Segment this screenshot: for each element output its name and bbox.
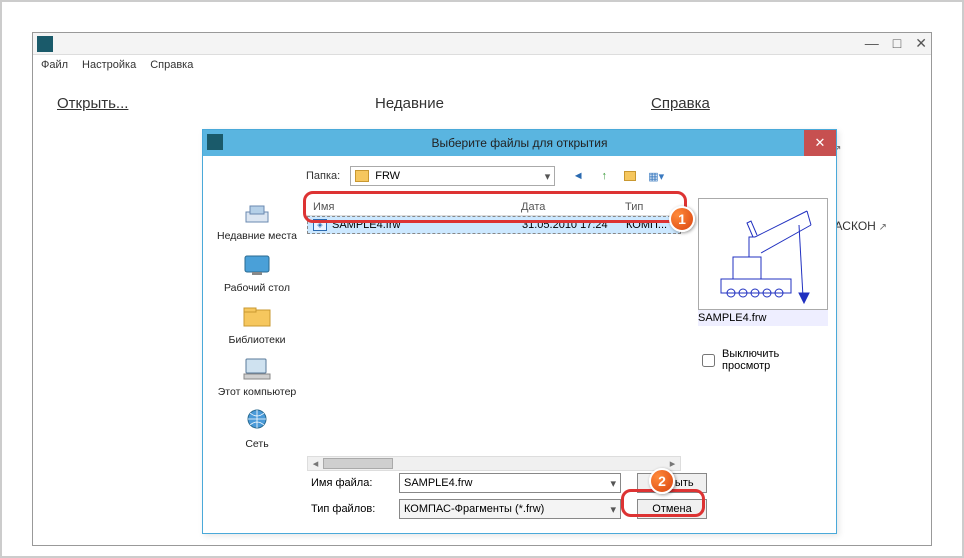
chevron-down-icon: ▾ [545, 170, 551, 183]
file-date: 31.05.2010 17:24 [522, 219, 626, 231]
up-icon[interactable]: ↑ [595, 167, 613, 185]
chevron-down-icon: ▾ [610, 503, 616, 516]
scroll-left-icon[interactable]: ◂ [308, 457, 323, 470]
callout-badge-2: 2 [649, 468, 675, 494]
folder-value: FRW [375, 170, 400, 182]
new-folder-icon[interactable] [621, 167, 639, 185]
places-sidebar: Недавние места Рабочий стол Библиотеки Э… [211, 198, 303, 458]
col-name[interactable]: Имя [307, 201, 515, 213]
scroll-right-icon[interactable]: ▸ [665, 457, 680, 470]
views-icon[interactable]: ▦▾ [647, 167, 665, 185]
callout-badge-1: 1 [669, 206, 695, 232]
menu-bar: Файл Настройка Справка [33, 55, 931, 75]
cancel-button[interactable]: Отмена [637, 499, 707, 519]
app-titlebar: — □ ✕ [33, 33, 931, 55]
sidebar-desktop[interactable]: Рабочий стол [211, 250, 303, 294]
filetype-combobox[interactable]: КОМПАС-Фрагменты (*.frw) ▾ [399, 499, 621, 519]
sidebar-recent[interactable]: Недавние места [211, 198, 303, 242]
menu-help[interactable]: Справка [150, 59, 193, 71]
file-list-hscrollbar[interactable]: ◂ ▸ [307, 456, 681, 471]
filename-label: Имя файла: [311, 477, 399, 489]
open-heading[interactable]: Открыть... [57, 95, 375, 112]
file-name: SAMPLE4.frw [332, 219, 522, 231]
libraries-icon [241, 302, 273, 332]
desktop-icon [241, 250, 273, 280]
preview-drawing [703, 203, 825, 307]
close-button[interactable]: ✕ [915, 35, 927, 52]
filename-value: SAMPLE4.frw [404, 477, 472, 489]
sidebar-network[interactable]: Сеть [211, 406, 303, 450]
disable-preview-label: Выключить просмотр [722, 348, 828, 372]
folder-label: Папка: [306, 170, 340, 182]
filename-combobox[interactable]: SAMPLE4.frw ▾ [399, 473, 621, 493]
maximize-button[interactable]: □ [893, 35, 901, 52]
start-page-headers: Открыть... Недавние Справка [57, 95, 907, 112]
recent-heading: Недавние [375, 95, 651, 112]
back-icon[interactable]: ◄ [569, 167, 587, 185]
open-file-dialog: Выберите файлы для открытия ✕ Папка: FRW… [202, 129, 837, 534]
bottom-fields: Имя файла: SAMPLE4.frw ▾ Открыть Тип фай… [311, 473, 707, 525]
frw-file-icon: ◈ [313, 219, 327, 231]
screenshot-frame: — □ ✕ Файл Настройка Справка Открыть... … [0, 0, 964, 558]
file-type: КОМП... [626, 219, 667, 231]
sidebar-computer[interactable]: Этот компьютер [211, 354, 303, 398]
scroll-thumb[interactable] [323, 458, 393, 469]
file-list-header[interactable]: Имя Дата Тип [307, 198, 681, 216]
menu-file[interactable]: Файл [41, 59, 68, 71]
menu-settings[interactable]: Настройка [82, 59, 136, 71]
help-heading[interactable]: Справка [651, 95, 851, 112]
col-type[interactable]: Тип [619, 201, 675, 213]
app-window: — □ ✕ Файл Настройка Справка Открыть... … [32, 32, 932, 546]
col-date[interactable]: Дата [515, 201, 619, 213]
filetype-label: Тип файлов: [311, 503, 399, 515]
disable-preview-checkbox[interactable] [702, 354, 715, 367]
dialog-close-button[interactable]: ✕ [804, 130, 836, 156]
recent-places-icon [241, 198, 273, 228]
app-icon [37, 36, 53, 52]
file-row-selected[interactable]: ◈ SAMPLE4.frw 31.05.2010 17:24 КОМП... [307, 216, 681, 234]
dialog-titlebar: Выберите файлы для открытия ✕ [203, 130, 836, 156]
preview-filename: SAMPLE4.frw [698, 310, 828, 326]
filetype-value: КОМПАС-Фрагменты (*.frw) [404, 503, 544, 515]
preview-panel: SAMPLE4.frw Выключить просмотр [698, 198, 828, 372]
preview-box [698, 198, 828, 310]
minimize-button[interactable]: — [865, 35, 879, 52]
dialog-title: Выберите файлы для открытия [432, 136, 608, 150]
folder-combobox[interactable]: FRW ▾ [350, 166, 555, 186]
sidebar-libraries[interactable]: Библиотеки [211, 302, 303, 346]
folder-icon [355, 170, 369, 182]
network-icon [241, 406, 273, 436]
file-list[interactable]: Имя Дата Тип ◈ SAMPLE4.frw 31.05.2010 17… [307, 198, 681, 488]
computer-icon [241, 354, 273, 384]
chevron-down-icon: ▾ [610, 477, 616, 490]
dialog-icon [207, 134, 223, 150]
